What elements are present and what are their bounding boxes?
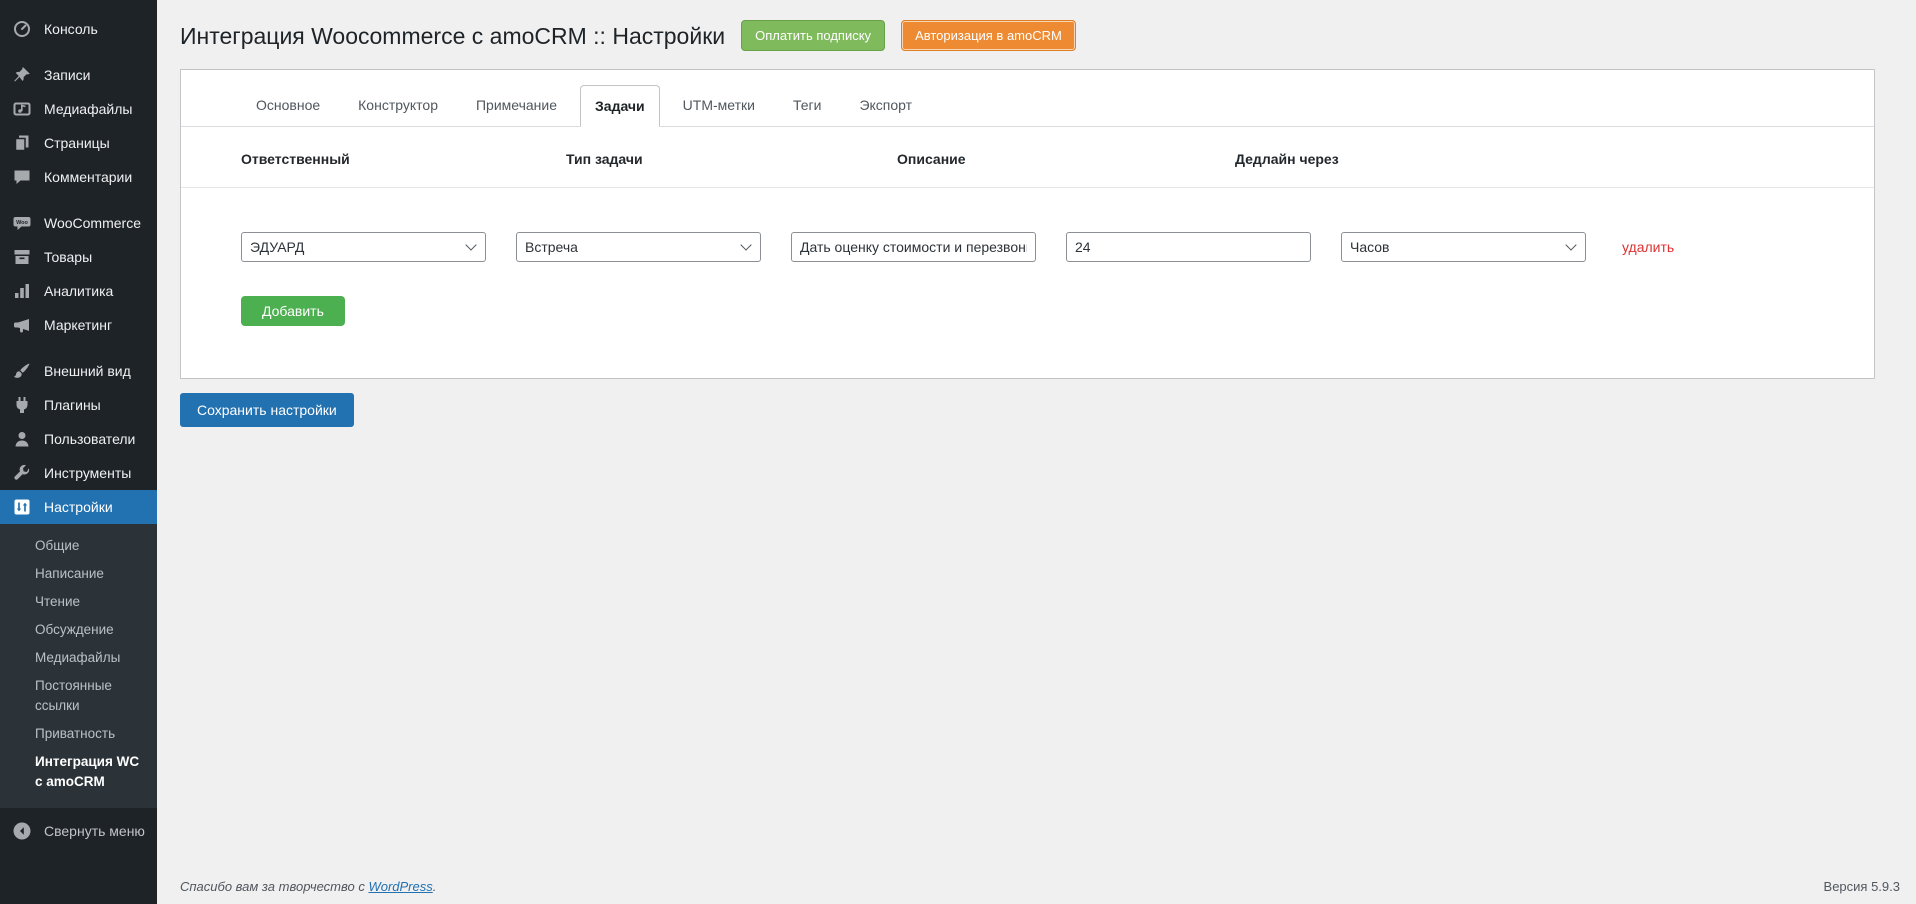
tab-constructor[interactable]: Конструктор [343, 84, 453, 126]
megaphone-icon [12, 315, 32, 335]
plugin-icon [12, 395, 32, 415]
woocommerce-icon: Woo [12, 213, 32, 233]
bar-chart-icon [12, 281, 32, 301]
amocrm-auth-button[interactable]: Авторизация в amoCRM [901, 20, 1076, 51]
sidebar-item-products[interactable]: Товары [0, 240, 157, 274]
settings-tabs: Основное Конструктор Примечание Задачи U… [181, 70, 1874, 127]
user-icon [12, 429, 32, 449]
page-header: Интеграция Woocommerce с amoCRM :: Настр… [157, 0, 1916, 51]
sidebar-item-analytics[interactable]: Аналитика [0, 274, 157, 308]
pages-icon [12, 133, 32, 153]
task-type-select[interactable]: Встреча [516, 232, 761, 262]
sidebar-item-label: Медиафайлы [44, 101, 132, 117]
sidebar-item-posts[interactable]: Записи [0, 58, 157, 92]
submenu-item-discussion[interactable]: Обсуждение [0, 616, 157, 644]
media-icon [12, 99, 32, 119]
pin-icon [12, 65, 32, 85]
svg-text:Woo: Woo [16, 220, 28, 226]
menu-separator [0, 46, 157, 58]
description-input[interactable] [791, 232, 1036, 262]
sidebar-item-label: Записи [44, 67, 90, 83]
task-type-select-wrap: Встреча [516, 232, 761, 262]
sidebar-item-pages[interactable]: Страницы [0, 126, 157, 160]
wrench-icon [12, 463, 32, 483]
admin-sidebar: Консоль Записи Медиафайлы Страницы Комме… [0, 0, 157, 904]
dashboard-icon [12, 19, 32, 39]
sidebar-item-label: Комментарии [44, 169, 132, 185]
menu-separator [0, 342, 157, 354]
collapse-menu-button[interactable]: Свернуть меню [0, 814, 157, 848]
deadline-unit-select-wrap: Часов [1341, 232, 1586, 262]
sidebar-item-label: Плагины [44, 397, 101, 413]
sidebar-item-label: Консоль [44, 21, 98, 37]
add-task-button[interactable]: Добавить [241, 296, 345, 326]
settings-panel: Основное Конструктор Примечание Задачи U… [180, 69, 1875, 379]
submenu-item-wc-amocrm[interactable]: Интеграция WC с amoCRM [0, 748, 157, 796]
admin-footer: Спасибо вам за творчество с WordPress. В… [180, 879, 1900, 894]
sidebar-item-label: Маркетинг [44, 317, 112, 333]
sidebar-item-media[interactable]: Медиафайлы [0, 92, 157, 126]
submenu-item-privacy[interactable]: Приватность [0, 720, 157, 748]
collapse-arrow-icon [12, 821, 32, 841]
tab-utm[interactable]: UTM-метки [668, 84, 770, 126]
sidebar-item-label: Товары [44, 249, 92, 265]
sidebar-item-label: Страницы [44, 135, 110, 151]
settings-submenu: Общие Написание Чтение Обсуждение Медиаф… [0, 524, 157, 808]
sidebar-item-marketing[interactable]: Маркетинг [0, 308, 157, 342]
products-icon [12, 247, 32, 267]
comment-bubble-icon [12, 167, 32, 187]
sidebar-item-label: Инструменты [44, 465, 131, 481]
task-columns-header: Ответственный Тип задачи Описание Дедлай… [181, 127, 1874, 188]
page-title: Интеграция Woocommerce с amoCRM :: Настр… [180, 21, 725, 51]
responsible-select-wrap: ЭДУАРД [241, 232, 486, 262]
brush-icon [12, 361, 32, 381]
sidebar-item-label: Настройки [44, 499, 113, 515]
tab-tags[interactable]: Теги [778, 84, 836, 126]
wordpress-link[interactable]: WordPress [368, 879, 432, 894]
delete-task-link[interactable]: удалить [1622, 239, 1674, 255]
submenu-item-permalinks[interactable]: Постоянные ссылки [0, 672, 157, 720]
menu-separator [0, 194, 157, 206]
column-deadline: Дедлайн через [1235, 151, 1339, 167]
submenu-item-reading[interactable]: Чтение [0, 588, 157, 616]
sidebar-item-comments[interactable]: Комментарии [0, 160, 157, 194]
tab-main[interactable]: Основное [241, 84, 335, 126]
tab-tasks[interactable]: Задачи [580, 85, 660, 127]
tab-note[interactable]: Примечание [461, 84, 572, 126]
admin-content: Интеграция Woocommerce с amoCRM :: Настр… [157, 0, 1916, 904]
responsible-select[interactable]: ЭДУАРД [241, 232, 486, 262]
settings-icon [12, 497, 32, 517]
sidebar-item-label: WooCommerce [44, 215, 141, 231]
column-responsible: Ответственный [241, 151, 566, 167]
pay-subscription-button[interactable]: Оплатить подписку [741, 20, 885, 51]
sidebar-item-label: Пользователи [44, 431, 135, 447]
version-text: Версия 5.9.3 [1824, 879, 1900, 894]
sidebar-item-console[interactable]: Консоль [0, 12, 157, 46]
column-description: Описание [897, 151, 1235, 167]
sidebar-item-label: Внешний вид [44, 363, 131, 379]
submenu-item-writing[interactable]: Написание [0, 560, 157, 588]
sidebar-item-label: Аналитика [44, 283, 113, 299]
submenu-item-general[interactable]: Общие [0, 532, 157, 560]
column-task-type: Тип задачи [566, 151, 897, 167]
tab-export[interactable]: Экспорт [844, 84, 927, 126]
collapse-menu-label: Свернуть меню [44, 823, 145, 839]
task-row: ЭДУАРД Встреча Часов удалить [181, 188, 1874, 262]
submenu-item-media[interactable]: Медиафайлы [0, 644, 157, 672]
sidebar-item-plugins[interactable]: Плагины [0, 388, 157, 422]
sidebar-item-appearance[interactable]: Внешний вид [0, 354, 157, 388]
footer-thanks-text: Спасибо вам за творчество с WordPress. [180, 879, 436, 894]
deadline-unit-select[interactable]: Часов [1341, 232, 1586, 262]
sidebar-item-users[interactable]: Пользователи [0, 422, 157, 456]
deadline-value-input[interactable] [1066, 232, 1311, 262]
sidebar-item-woocommerce[interactable]: Woo WooCommerce [0, 206, 157, 240]
save-settings-button[interactable]: Сохранить настройки [180, 393, 354, 427]
sidebar-item-tools[interactable]: Инструменты [0, 456, 157, 490]
sidebar-item-settings[interactable]: Настройки [0, 490, 157, 524]
